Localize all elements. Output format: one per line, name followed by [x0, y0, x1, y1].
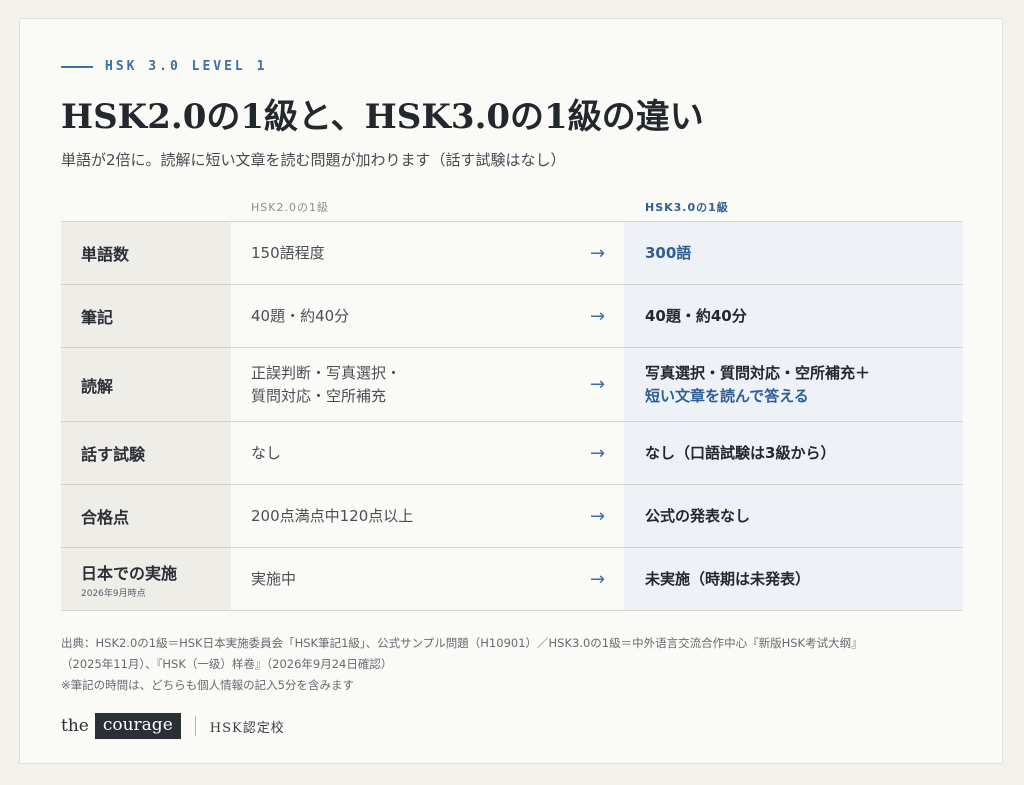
hsk2-cell: なし — [231, 422, 571, 484]
table-row: 日本での実施 2026年9月時点 実施中 → 未実施（時期は未発表） — [61, 548, 963, 611]
brand-logo: the courage HSK認定校 — [61, 713, 285, 739]
hsk3-cell: 未実施（時期は未発表） — [624, 548, 963, 610]
table-header: HSK2.0の1級 HSK3.0の1級 — [61, 191, 963, 222]
table-row: 筆記 40題・約40分 → 40題・約40分 — [61, 285, 963, 348]
footnote-note: ※筆記の時間は、どちらも個人情報の記入5分を含みます — [61, 678, 354, 692]
comparison-table: HSK2.0の1級 HSK3.0の1級 単語数 150語程度 → 300語筆記 40題・… — [61, 191, 963, 611]
hsk3-cell: 写真選択・質問対応・空所補充＋ 短い文章を読んで答える — [624, 348, 963, 421]
hsk2-value: 実施中 — [251, 569, 297, 588]
row-label-cell: 日本での実施 2026年9月時点 — [61, 548, 231, 610]
arrow-right-icon: → — [589, 374, 606, 395]
row-label: 単語数 — [81, 245, 130, 264]
brand-courage: courage — [94, 713, 181, 739]
row-label-note: 2026年9月時点 — [81, 588, 146, 599]
hsk2-value: 正誤判断・写真選択・ — [251, 363, 402, 382]
hsk3-value: 写真選択・質問対応・空所補充＋ — [645, 363, 871, 382]
brand-school: HSK認定校 — [209, 720, 285, 736]
table-row: 単語数 150語程度 → 300語 — [61, 222, 963, 285]
table-body: 単語数 150語程度 → 300語筆記 40題・約40分 → 40題・約40分読解 正誤判断・… — [61, 222, 963, 611]
row-label: 読解 — [81, 376, 114, 396]
hsk3-cell: 40題・約40分 — [624, 285, 963, 347]
row-label-cell: 単語数 — [61, 222, 231, 284]
hsk3-cell: 公式の発表なし — [624, 485, 963, 547]
page-title: HSK2.0の1級と、HSK3.0の1級の違い — [61, 97, 704, 137]
row-label-cell: 話す試験 — [61, 422, 231, 484]
arrow-right-icon: → — [589, 505, 606, 527]
hsk3-value: 未実施（時期は未発表） — [645, 569, 811, 588]
hsk2-cell: 150語程度 — [231, 222, 571, 284]
arrow-right-icon: → — [589, 305, 606, 327]
page-subtitle: 単語が2倍に。読解に短い文章を読む問題が加わります（話す試験はなし） — [61, 151, 566, 169]
table-row: 合格点 200点満点中120点以上 → 公式の発表なし — [61, 485, 963, 548]
comparison-card: HSK 3.0 LEVEL 1 HSK2.0の1級と、HSK3.0の1級の違い … — [19, 18, 1003, 764]
footnotes: 出典：HSK2.0の1級＝HSK日本実施委員会「HSK筆記1級」、公式サンプル問… — [61, 633, 961, 696]
row-label: 合格点 — [81, 508, 130, 527]
row-label-cell: 読解 — [61, 348, 231, 421]
footnote-source-cont: （2025年11月）、『HSK（一级）样卷』（2026年9月24日確認） — [61, 657, 393, 671]
arrow-right-icon: → — [589, 242, 606, 264]
hsk2-cell: 40題・約40分 — [231, 285, 571, 347]
hsk3-value: 短い文章を読んで答える — [645, 386, 809, 405]
row-label: 日本での実施 — [81, 563, 178, 583]
header-hsk2: HSK2.0の1級 — [251, 201, 329, 214]
header-hsk3: HSK3.0の1級 — [645, 201, 729, 214]
hsk2-cell: 実施中 — [231, 548, 571, 610]
table-row: 読解 正誤判断・写真選択・ 質問対応・空所補充 → 写真選択・質問対応・空所補充＋ 短い文… — [61, 348, 963, 422]
hsk3-cell: 300語 — [624, 222, 963, 284]
arrow-right-icon: → — [589, 442, 606, 464]
hsk2-value: 40題・約40分 — [251, 306, 350, 325]
eyebrow-text: HSK 3.0 LEVEL 1 — [105, 59, 268, 74]
hsk2-value: なし — [251, 443, 282, 462]
eyebrow: HSK 3.0 LEVEL 1 — [61, 59, 267, 74]
hsk2-cell: 正誤判断・写真選択・ 質問対応・空所補充 — [231, 348, 571, 421]
hsk3-value: なし（口語試験は3級から） — [645, 443, 836, 462]
hsk2-value: 質問対応・空所補充 — [251, 386, 387, 405]
eyebrow-rule — [61, 65, 93, 68]
row-label-cell: 筆記 — [61, 285, 231, 347]
brand-divider — [194, 716, 196, 736]
hsk3-cell: なし（口語試験は3級から） — [624, 422, 963, 484]
hsk3-value: 300語 — [645, 243, 692, 262]
table-row: 話す試験 なし → なし（口語試験は3級から） — [61, 422, 963, 485]
row-label: 筆記 — [81, 308, 114, 327]
arrow-right-icon: → — [589, 568, 606, 590]
hsk2-value: 150語程度 — [251, 243, 325, 262]
row-label: 話す試験 — [81, 445, 146, 464]
hsk3-value: 公式の発表なし — [645, 506, 751, 525]
hsk2-value: 200点満点中120点以上 — [251, 506, 414, 525]
footnote-source: 出典：HSK2.0の1級＝HSK日本実施委員会「HSK筆記1級」、公式サンプル問… — [61, 636, 863, 650]
hsk3-value: 40題・約40分 — [645, 306, 747, 325]
brand-the: the — [61, 716, 89, 736]
row-label-cell: 合格点 — [61, 485, 231, 547]
hsk2-cell: 200点満点中120点以上 — [231, 485, 571, 547]
